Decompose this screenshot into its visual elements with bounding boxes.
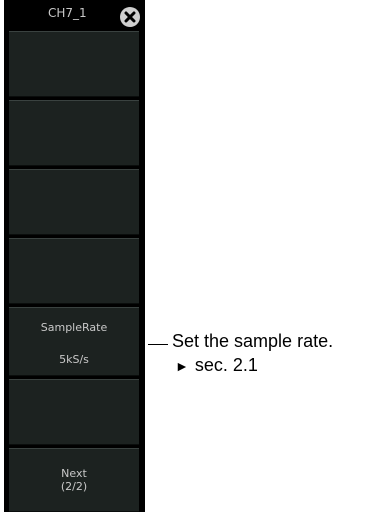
softkey-3-empty [9,169,139,235]
callout-reference: ► sec. 2.1 [175,354,258,377]
channel-title: CH7_1 [48,6,87,20]
reference-arrow-icon: ► [175,358,189,374]
softkey-6-empty [9,379,139,445]
callout-description: Set the sample rate. [172,331,334,351]
close-icon [124,11,136,23]
next-page-indicator: (2/2) [60,480,88,493]
sample-rate-button[interactable]: SampleRate 5kS/s [9,307,139,376]
menu-header: CH7_1 [4,0,145,30]
softkey-1-empty [9,31,139,97]
sample-rate-value: 5kS/s [59,353,89,366]
close-button[interactable] [120,7,140,27]
softkey-menu-panel: CH7_1 SampleRate 5kS/s Next (2/2) [4,0,145,512]
softkey-2-empty [9,100,139,166]
softkey-4-empty [9,238,139,304]
sample-rate-label: SampleRate [40,321,108,334]
reference-section: sec. 2.1 [194,355,258,375]
next-label: Next [61,467,87,480]
callout-leader-line [148,344,168,345]
next-page-button[interactable]: Next (2/2) [9,448,139,512]
